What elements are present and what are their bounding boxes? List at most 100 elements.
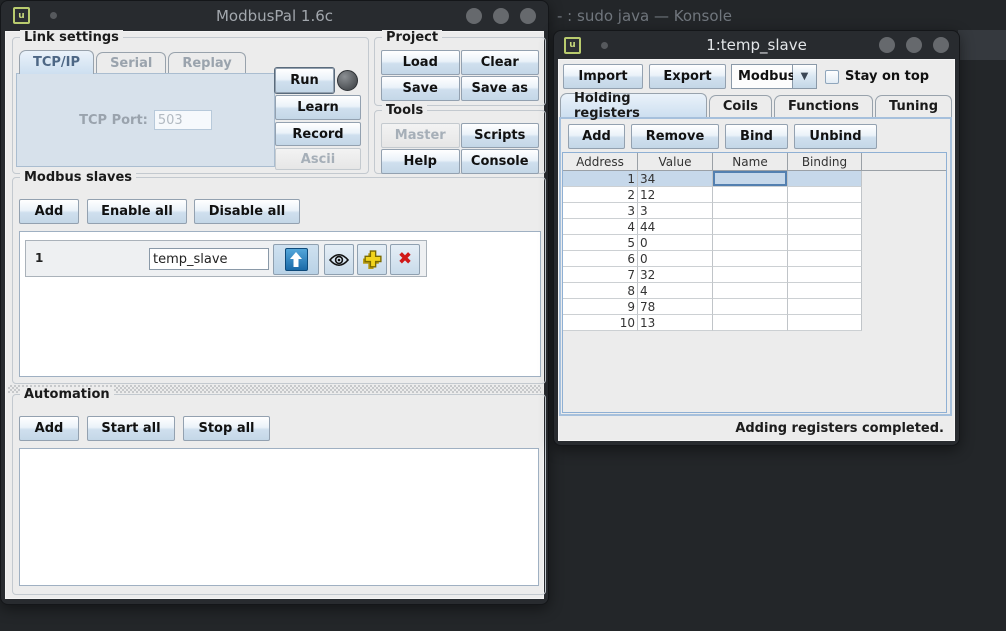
save-as-button[interactable]: Save as [461,76,540,101]
remove-register-button[interactable]: Remove [631,124,719,149]
cell-address[interactable]: 8 [563,283,638,299]
tab-replay[interactable]: Replay [168,52,245,74]
ascii-button[interactable]: Ascii [275,148,361,170]
stay-on-top-checkbox[interactable] [825,70,839,84]
clear-button[interactable]: Clear [461,50,540,75]
import-button[interactable]: Import [563,64,643,89]
table-row[interactable]: 10 13 [563,315,946,331]
add-slave-button[interactable]: Add [19,199,79,224]
cell-address[interactable]: 5 [563,235,638,251]
column-header-address[interactable]: Address [563,153,638,171]
unbind-button[interactable]: Unbind [794,124,877,149]
cell-name[interactable] [713,187,788,203]
cell-value[interactable]: 0 [638,235,713,251]
cell-name[interactable] [713,251,788,267]
table-row[interactable]: 1 34 [563,171,946,187]
cell-binding[interactable] [788,203,862,219]
cell-binding[interactable] [788,187,862,203]
close-icon[interactable] [520,8,536,24]
cell-address[interactable]: 10 [563,315,638,331]
record-button[interactable]: Record [275,122,361,146]
add-automation-button[interactable]: Add [19,416,79,441]
tab-tcpip[interactable]: TCP/IP [19,50,94,74]
mode-combobox[interactable]: Modbus ▼ [731,64,817,89]
cell-name[interactable] [713,219,788,235]
tab-coils[interactable]: Coils [709,95,772,117]
learn-button[interactable]: Learn [275,95,361,120]
tab-tuning[interactable]: Tuning [875,95,952,117]
cell-binding[interactable] [788,315,862,331]
column-header-binding[interactable]: Binding [788,153,862,171]
tab-serial[interactable]: Serial [96,52,166,74]
duplicate-slave-button[interactable] [357,244,387,275]
cell-binding[interactable] [788,299,862,315]
cell-name[interactable] [713,299,788,315]
run-button[interactable]: Run [275,68,334,93]
slave-editor-titlebar[interactable]: u 1:temp_slave [554,31,959,59]
minimize-icon[interactable] [879,37,895,53]
tab-functions[interactable]: Functions [774,95,873,117]
maximize-icon[interactable] [906,37,922,53]
modbuspal-titlebar[interactable]: u ModbusPal 1.6c [1,1,548,30]
cell-address[interactable]: 4 [563,219,638,235]
cell-name[interactable] [713,267,788,283]
cell-address[interactable]: 9 [563,299,638,315]
cell-value[interactable]: 32 [638,267,713,283]
table-row[interactable]: 9 78 [563,299,946,315]
save-button[interactable]: Save [381,76,460,101]
cell-name[interactable] [713,315,788,331]
cell-binding[interactable] [788,267,862,283]
cell-name[interactable] [713,171,788,187]
enable-all-button[interactable]: Enable all [87,199,187,224]
column-header-value[interactable]: Value [638,153,713,171]
cell-binding[interactable] [788,171,862,187]
minimize-icon[interactable] [466,8,482,24]
chevron-down-icon[interactable]: ▼ [793,64,817,89]
cell-value[interactable]: 12 [638,187,713,203]
scripts-button[interactable]: Scripts [461,123,540,148]
cell-address[interactable]: 7 [563,267,638,283]
cell-name[interactable] [713,235,788,251]
table-row[interactable]: 8 4 [563,283,946,299]
slave-enabled-toggle[interactable] [273,244,319,275]
cell-address[interactable]: 2 [563,187,638,203]
cell-name[interactable] [713,283,788,299]
cell-binding[interactable] [788,235,862,251]
stop-all-button[interactable]: Stop all [183,416,270,441]
cell-address[interactable]: 6 [563,251,638,267]
cell-binding[interactable] [788,283,862,299]
cell-value[interactable]: 34 [638,171,713,187]
tab-holding-registers[interactable]: Holding registers [560,93,707,117]
tcp-port-field[interactable] [154,110,212,130]
master-button[interactable]: Master [381,123,460,148]
cell-value[interactable]: 44 [638,219,713,235]
cell-value[interactable]: 3 [638,203,713,219]
disable-all-button[interactable]: Disable all [194,199,300,224]
table-row[interactable]: 4 44 [563,219,946,235]
help-button[interactable]: Help [381,149,460,174]
delete-slave-button[interactable]: ✖ [390,244,420,275]
slave-name-field[interactable] [149,248,269,270]
column-header-name[interactable]: Name [713,153,788,171]
cell-value[interactable]: 4 [638,283,713,299]
cell-binding[interactable] [788,251,862,267]
table-row[interactable]: 7 32 [563,267,946,283]
close-icon[interactable] [933,37,949,53]
load-button[interactable]: Load [381,50,460,75]
table-row[interactable]: 3 3 [563,203,946,219]
table-row[interactable]: 6 0 [563,251,946,267]
cell-value[interactable]: 0 [638,251,713,267]
table-row[interactable]: 2 12 [563,187,946,203]
show-slave-button[interactable] [324,244,354,275]
cell-name[interactable] [713,203,788,219]
table-row[interactable]: 5 0 [563,235,946,251]
cell-value[interactable]: 13 [638,315,713,331]
export-button[interactable]: Export [649,64,726,89]
bind-button[interactable]: Bind [725,124,788,149]
add-register-button[interactable]: Add [568,124,625,149]
maximize-icon[interactable] [493,8,509,24]
cell-value[interactable]: 78 [638,299,713,315]
cell-binding[interactable] [788,219,862,235]
console-button[interactable]: Console [461,149,540,174]
cell-address[interactable]: 3 [563,203,638,219]
